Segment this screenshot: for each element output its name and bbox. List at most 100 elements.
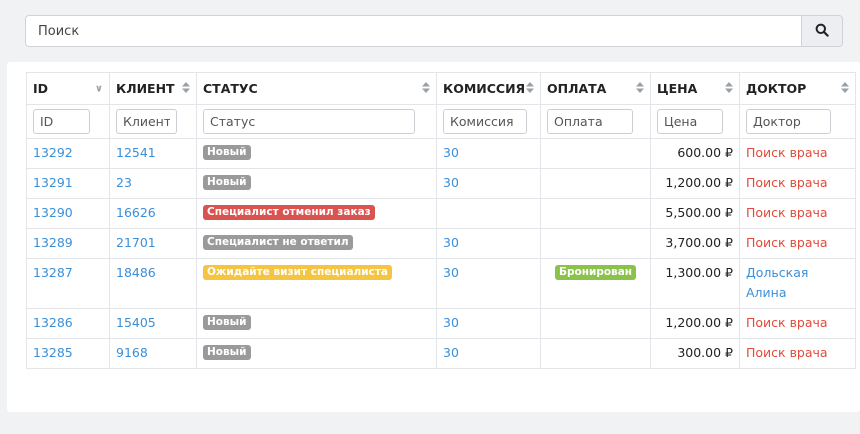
order-id-link[interactable]: 13285 [33, 345, 73, 360]
price-cell: 1,200.00 ₽ [650, 168, 740, 199]
status-badge: Новый [203, 175, 251, 190]
column-header-id[interactable]: ID ∨ [26, 72, 110, 105]
price-cell: 1,300.00 ₽ [650, 258, 740, 309]
column-header-payment[interactable]: ОПЛАТА [540, 72, 651, 105]
status-badge: Новый [203, 145, 251, 160]
search-input[interactable] [25, 15, 801, 47]
sort-icon [636, 81, 644, 96]
order-id-link[interactable]: 13290 [33, 205, 73, 220]
id-filter-input[interactable] [33, 109, 90, 134]
client-filter-input[interactable] [116, 109, 177, 134]
column-header-commission[interactable]: КОМИССИЯ [436, 72, 541, 105]
commission-link[interactable]: 30 [443, 345, 459, 360]
doctor-last-name: Дольская [746, 265, 809, 280]
client-link[interactable]: 9168 [116, 345, 148, 360]
commission-link[interactable]: 30 [443, 265, 459, 280]
filter-cell [436, 104, 541, 139]
payment-filter-input[interactable] [547, 109, 633, 134]
column-header-doctor[interactable]: ДОКТОР [739, 72, 856, 105]
doctor-search-link[interactable]: Поиск врача [746, 315, 828, 330]
column-label: КОМИССИЯ [443, 81, 526, 96]
payment-cell [540, 308, 651, 339]
order-id-link[interactable]: 13292 [33, 145, 73, 160]
doctor-search-link[interactable]: Поиск врача [746, 175, 828, 190]
sort-icon [841, 81, 849, 96]
sort-icon [526, 81, 534, 96]
column-label: ЦЕНА [657, 81, 698, 96]
order-id-link[interactable]: 13286 [33, 315, 73, 330]
filter-cell [109, 104, 197, 139]
payment-cell [540, 338, 651, 369]
status-badge: Ожидайте визит специалиста [203, 265, 392, 280]
table-row: 13289 21701 Специалист не ответил 30 3,7… [26, 228, 856, 259]
status-badge: Специалист отменил заказ [203, 205, 375, 220]
payment-badge: Бронирован [554, 265, 637, 280]
commission-cell [436, 198, 541, 229]
status-badge: Специалист не ответил [203, 235, 353, 250]
order-id-link[interactable]: 13289 [33, 235, 73, 250]
column-label: ID [33, 81, 49, 96]
price-cell: 300.00 ₽ [650, 338, 740, 369]
doctor-search-link[interactable]: Поиск врача [746, 145, 828, 160]
filter-cell [739, 104, 856, 139]
order-id-link[interactable]: 13291 [33, 175, 73, 190]
commission-link[interactable]: 30 [443, 315, 459, 330]
filter-cell [650, 104, 740, 139]
commission-link[interactable]: 30 [443, 145, 459, 160]
doctor-filter-input[interactable] [746, 109, 831, 134]
price-cell: 1,200.00 ₽ [650, 308, 740, 339]
orders-panel: ID ∨ КЛИЕНТ СТАТУС КОМИССИЯ ОПЛАТА ЦЕНА Д… [7, 62, 860, 412]
filter-cell [540, 104, 651, 139]
table-row: 13291 23 Новый 30 1,200.00 ₽ Поиск врача [26, 168, 856, 199]
client-link[interactable]: 15405 [116, 315, 156, 330]
payment-cell [540, 198, 651, 229]
table-row: 13292 12541 Новый 30 600.00 ₽ Поиск врач… [26, 138, 856, 169]
client-link[interactable]: 21701 [116, 235, 156, 250]
doctor-link[interactable]: Дольская Алина [746, 265, 808, 300]
table-row: 13287 18486 Ожидайте визит специалиста 3… [26, 258, 856, 309]
filter-cell [26, 104, 110, 139]
search-button[interactable] [801, 15, 843, 47]
commission-link[interactable]: 30 [443, 235, 459, 250]
sort-icon [182, 81, 190, 96]
column-label: ДОКТОР [746, 81, 807, 96]
payment-cell [540, 168, 651, 199]
column-label: СТАТУС [203, 81, 258, 96]
client-link[interactable]: 18486 [116, 265, 156, 280]
column-header-price[interactable]: ЦЕНА [650, 72, 740, 105]
table-row: 13285 9168 Новый 30 300.00 ₽ Поиск врача [26, 338, 856, 369]
price-cell: 5,500.00 ₽ [650, 198, 740, 229]
orders-table: ID ∨ КЛИЕНТ СТАТУС КОМИССИЯ ОПЛАТА ЦЕНА Д… [26, 72, 856, 369]
table-row: 13290 16626 Специалист отменил заказ 5,5… [26, 198, 856, 229]
payment-cell [540, 138, 651, 169]
header-row: ID ∨ КЛИЕНТ СТАТУС КОМИССИЯ ОПЛАТА ЦЕНА Д… [26, 72, 856, 105]
price-filter-input[interactable] [657, 109, 723, 134]
search-bar [25, 15, 843, 47]
sort-icon [422, 81, 430, 96]
column-label: КЛИЕНТ [116, 81, 175, 96]
doctor-search-link[interactable]: Поиск врача [746, 345, 828, 360]
price-cell: 600.00 ₽ [650, 138, 740, 169]
price-cell: 3,700.00 ₽ [650, 228, 740, 259]
commission-filter-input[interactable] [443, 109, 527, 134]
order-id-link[interactable]: 13287 [33, 265, 73, 280]
client-link[interactable]: 12541 [116, 145, 156, 160]
status-badge: Новый [203, 315, 251, 330]
search-icon [815, 23, 829, 40]
filter-row [26, 104, 856, 139]
client-link[interactable]: 16626 [116, 205, 156, 220]
table-row: 13286 15405 Новый 30 1,200.00 ₽ Поиск вр… [26, 308, 856, 339]
column-header-status[interactable]: СТАТУС [196, 72, 437, 105]
sort-icon [725, 81, 733, 96]
payment-cell [540, 228, 651, 259]
commission-link[interactable]: 30 [443, 175, 459, 190]
doctor-search-link[interactable]: Поиск врача [746, 205, 828, 220]
column-header-client[interactable]: КЛИЕНТ [109, 72, 197, 105]
doctor-first-name: Алина [746, 285, 787, 300]
chevron-down-icon: ∨ [94, 83, 103, 94]
status-filter-input[interactable] [203, 109, 415, 134]
status-badge: Новый [203, 345, 251, 360]
column-label: ОПЛАТА [547, 81, 607, 96]
doctor-search-link[interactable]: Поиск врача [746, 235, 828, 250]
client-link[interactable]: 23 [116, 175, 132, 190]
